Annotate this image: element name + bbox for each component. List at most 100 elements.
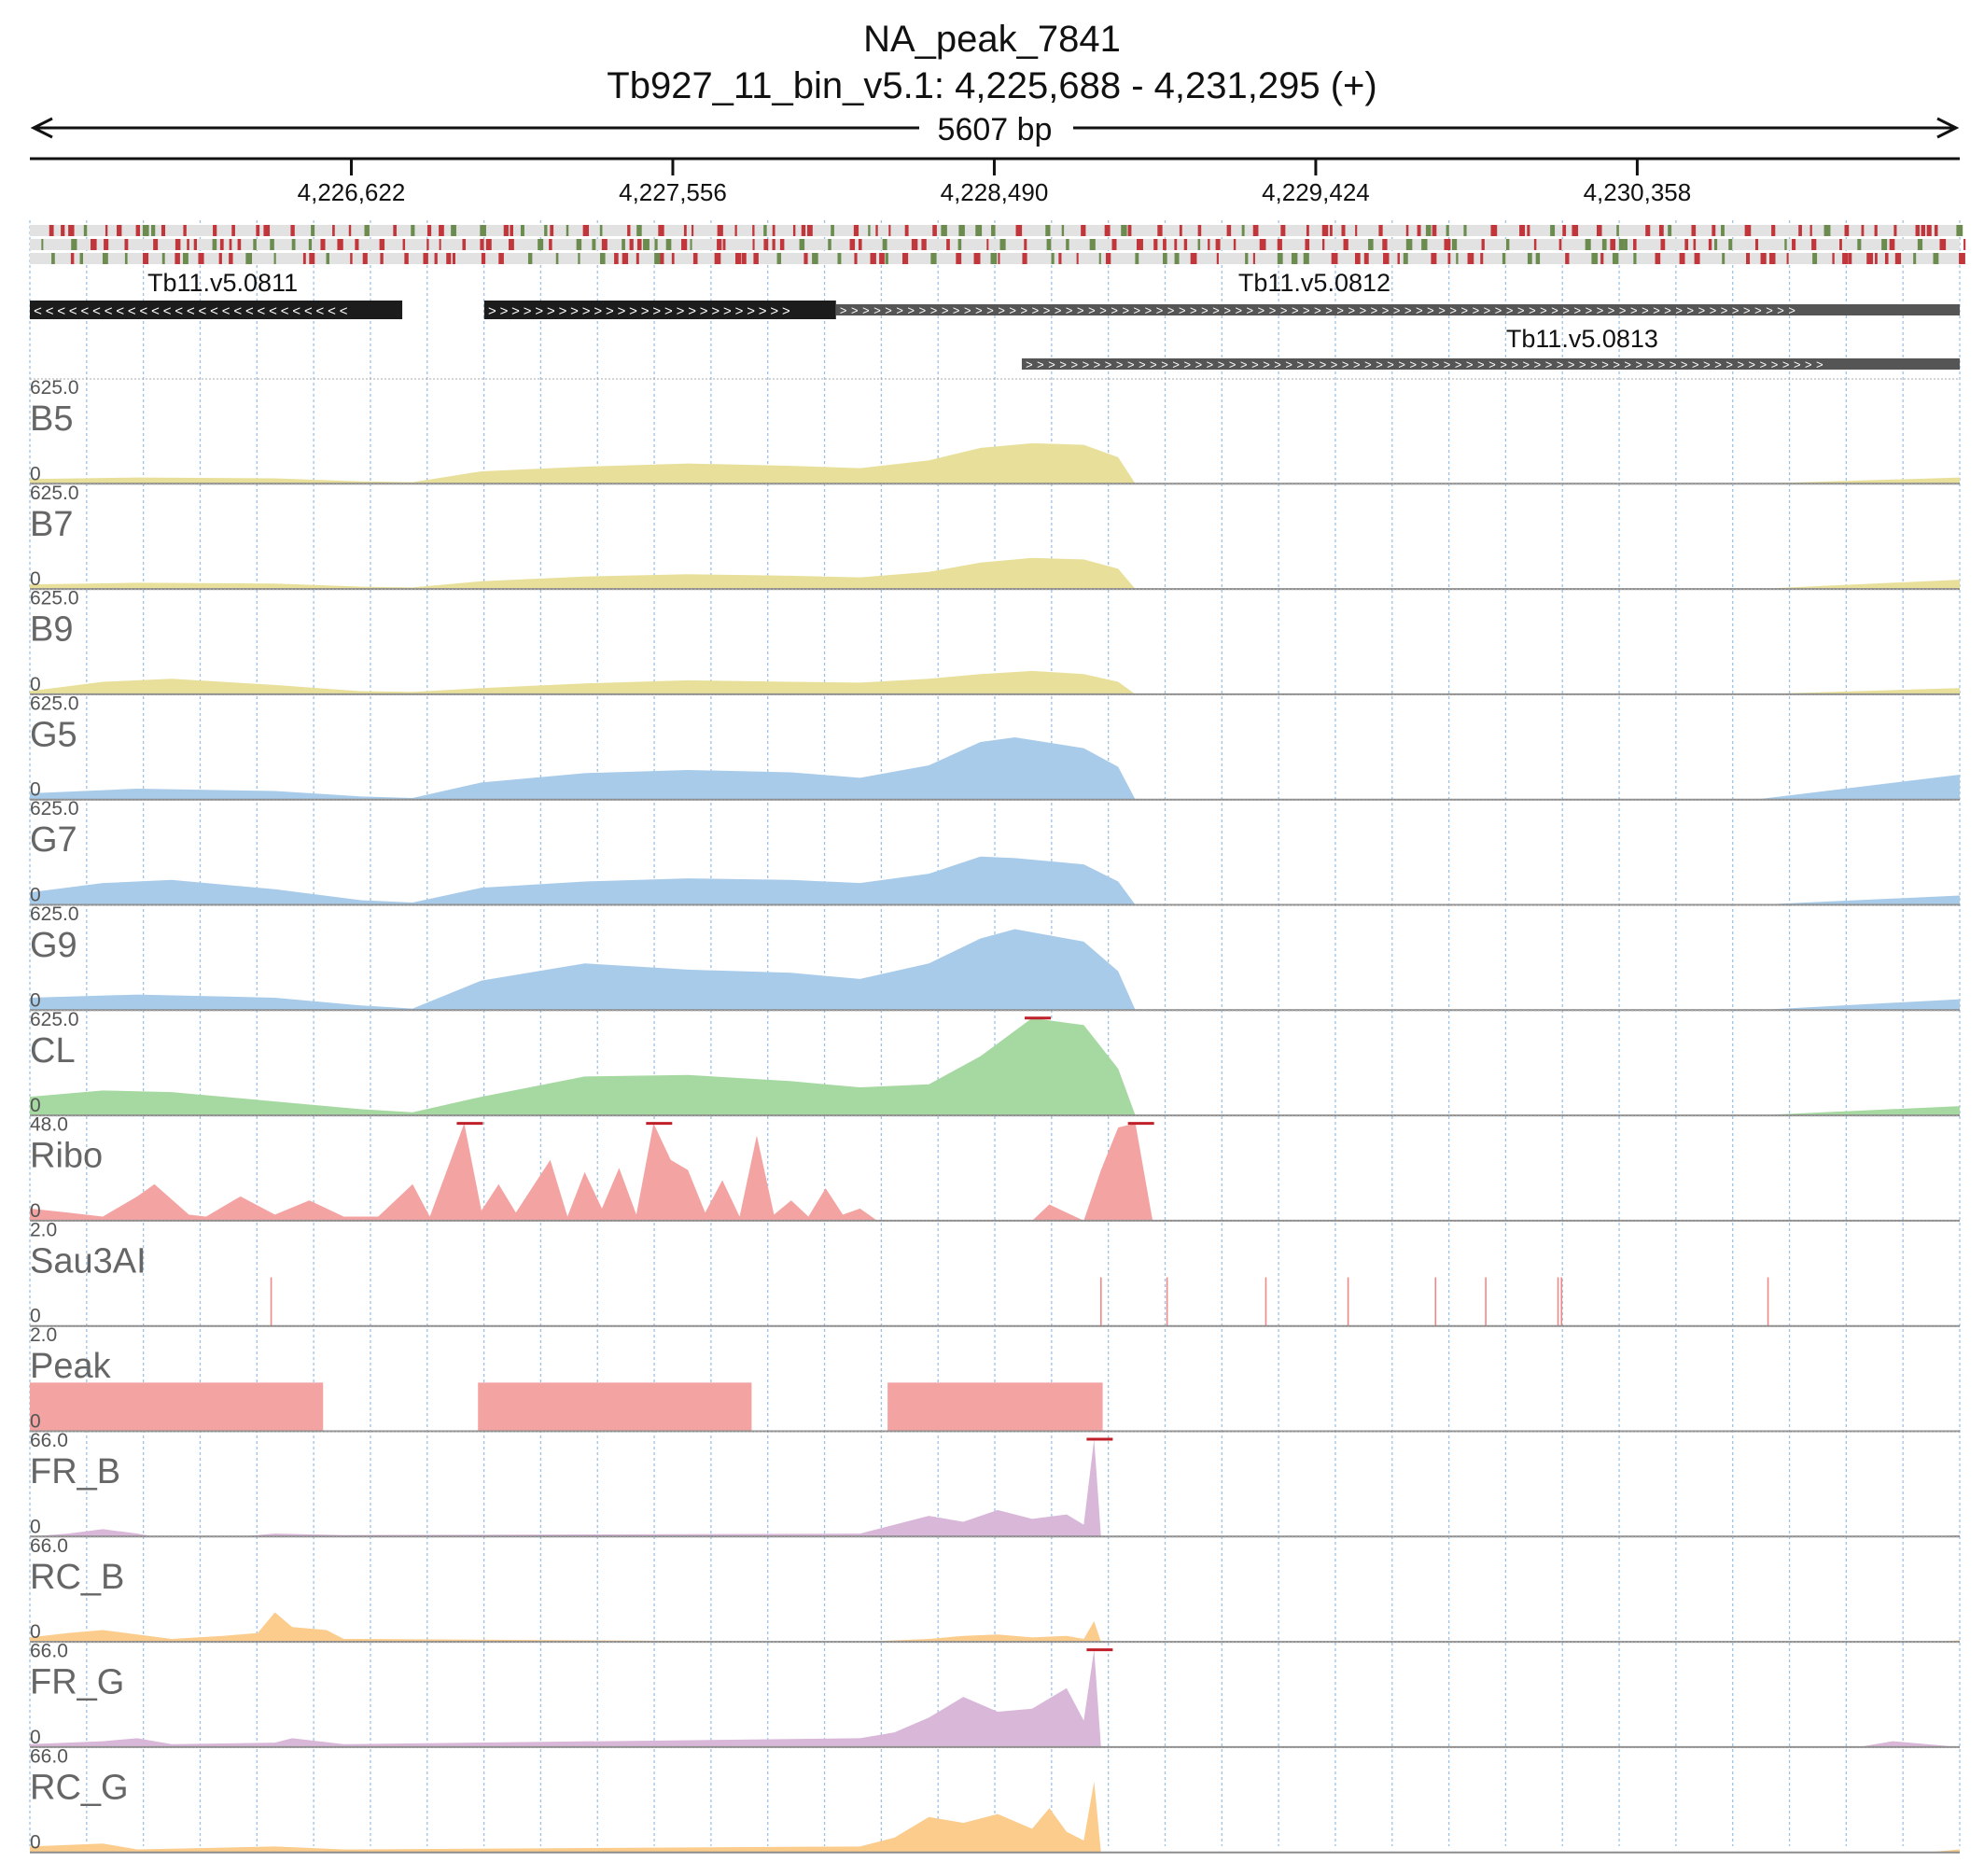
feature-strip-mark (1562, 225, 1567, 236)
feature-strip-mark (1417, 225, 1421, 236)
feature-strip-mark (1216, 253, 1219, 264)
feature-strip-mark (364, 225, 370, 236)
feature-strip-mark (337, 239, 343, 250)
genome-browser-figure: NA_peak_7841 Tb927_11_bin_v5.1: 4,225,68… (0, 0, 1984, 1876)
feature-strip-mark (1610, 239, 1616, 250)
feature-strip-mark (142, 225, 149, 236)
track-name-label: RC_G (30, 1768, 129, 1807)
feature-strip-mark (858, 239, 862, 250)
feature-strip-mark (105, 225, 108, 236)
feature-strip-mark (485, 239, 492, 250)
feature-strip-mark (776, 253, 782, 264)
feature-strip-mark (161, 253, 165, 264)
feature-strip-mark (213, 225, 217, 236)
track-max-label: 2.0 (30, 1219, 57, 1240)
feature-strip-mark (510, 225, 513, 236)
feature-strip-mark (717, 239, 722, 250)
feature-strip-mark (1241, 225, 1245, 236)
feature-strip-mark (302, 253, 306, 264)
feature-strip-mark (1527, 225, 1530, 236)
feature-strip-mark (135, 225, 141, 236)
feature-strip-mark (578, 253, 580, 264)
feature-strip-mark (622, 239, 625, 250)
feature-strip-mark (153, 239, 159, 250)
feature-strip-mark (592, 239, 596, 250)
feature-strip-mark (1848, 253, 1852, 264)
feature-strip-mark (1708, 239, 1712, 250)
feature-strip-mark (1915, 225, 1921, 236)
feature-strip-mark (1432, 225, 1437, 236)
feature-strip-mark (1022, 253, 1027, 264)
feature-strip-mark (151, 225, 156, 236)
feature-strip-mark (1875, 253, 1878, 264)
gene-label: Tb11.v5.0812 (1238, 269, 1390, 297)
feature-strip-mark (1502, 253, 1506, 264)
feature-strip-mark (1933, 253, 1939, 264)
feature-strip-mark (498, 253, 504, 264)
feature-strip-mark (544, 225, 548, 236)
feature-strip-mark (446, 253, 452, 264)
feature-strip-mark (187, 239, 189, 250)
feature-strip-mark (1163, 239, 1167, 250)
ruler-tick-label: 4,230,358 (1584, 178, 1692, 206)
feature-strip-mark (1245, 253, 1249, 264)
track-signal-area (30, 442, 1960, 484)
feature-strip-mark (362, 253, 368, 264)
feature-strip-mark (671, 253, 675, 264)
feature-strip-mark (237, 239, 242, 250)
feature-strip-mark (885, 253, 888, 264)
track-name-label: B7 (30, 505, 73, 544)
feature-strip-mark (1591, 253, 1598, 264)
feature-strip-mark (681, 239, 688, 250)
feature-strip-mark (1694, 253, 1700, 264)
feature-strip-mark (451, 225, 456, 236)
feature-strip-mark (868, 225, 871, 236)
feature-strip-mark (1354, 253, 1361, 264)
feature-strip-mark (1233, 239, 1237, 250)
feature-strip-mark (439, 225, 444, 236)
gene-label: Tb11.v5.0811 (147, 269, 298, 297)
feature-strip-mark (1383, 253, 1390, 264)
feature-strip-mark (1881, 239, 1888, 250)
feature-strip-mark (1786, 253, 1789, 264)
feature-strip-mark (68, 225, 75, 236)
feature-strip-mark (198, 253, 204, 264)
feature-strip-mark (1329, 225, 1333, 236)
feature-strip-mark (91, 239, 97, 250)
feature-strip-mark (831, 225, 834, 236)
track-max-label: 66.0 (30, 1535, 68, 1557)
feature-strip-mark (1190, 253, 1197, 264)
feature-strip-mark (1633, 239, 1637, 250)
track-name-label: B5 (30, 399, 73, 439)
feature-strip-mark (550, 225, 554, 236)
feature-strip-mark (1051, 253, 1055, 264)
feature-strip-mark (70, 253, 75, 264)
feature-strip-mark (1446, 225, 1449, 236)
feature-strip-mark (1183, 239, 1188, 250)
ruler-tick-label: 4,229,424 (1262, 178, 1370, 206)
feature-strip-mark (1451, 239, 1458, 250)
feature-strip-mark (1784, 239, 1787, 250)
feature-strip-mark (1368, 239, 1374, 250)
feature-strip-mark (1127, 225, 1132, 236)
feature-strip-mark (683, 225, 687, 236)
feature-strip-mark (1558, 239, 1562, 250)
feature-strip-mark (411, 225, 415, 236)
feature-strip-mark (1691, 225, 1697, 236)
feature-strip-mark (1277, 239, 1282, 250)
feature-strip-mark (1939, 239, 1947, 250)
feature-strip-mark (1405, 239, 1413, 250)
feature-strip-mark (480, 225, 486, 236)
feature-strip-mark (1174, 253, 1180, 264)
feature-strip-mark (1157, 225, 1163, 236)
track-signal-area (30, 856, 1960, 905)
feature-strip-mark (1550, 225, 1556, 236)
feature-strip-mark (549, 239, 552, 250)
feature-strip-mark (1215, 239, 1221, 250)
feature-strip-mark (1754, 239, 1759, 250)
feature-strip-mark (1444, 239, 1451, 250)
feature-strip-mark (1533, 239, 1537, 250)
feature-strip-mark (654, 253, 661, 264)
feature-strip-mark (102, 253, 108, 264)
feature-strip-mark (752, 239, 755, 250)
